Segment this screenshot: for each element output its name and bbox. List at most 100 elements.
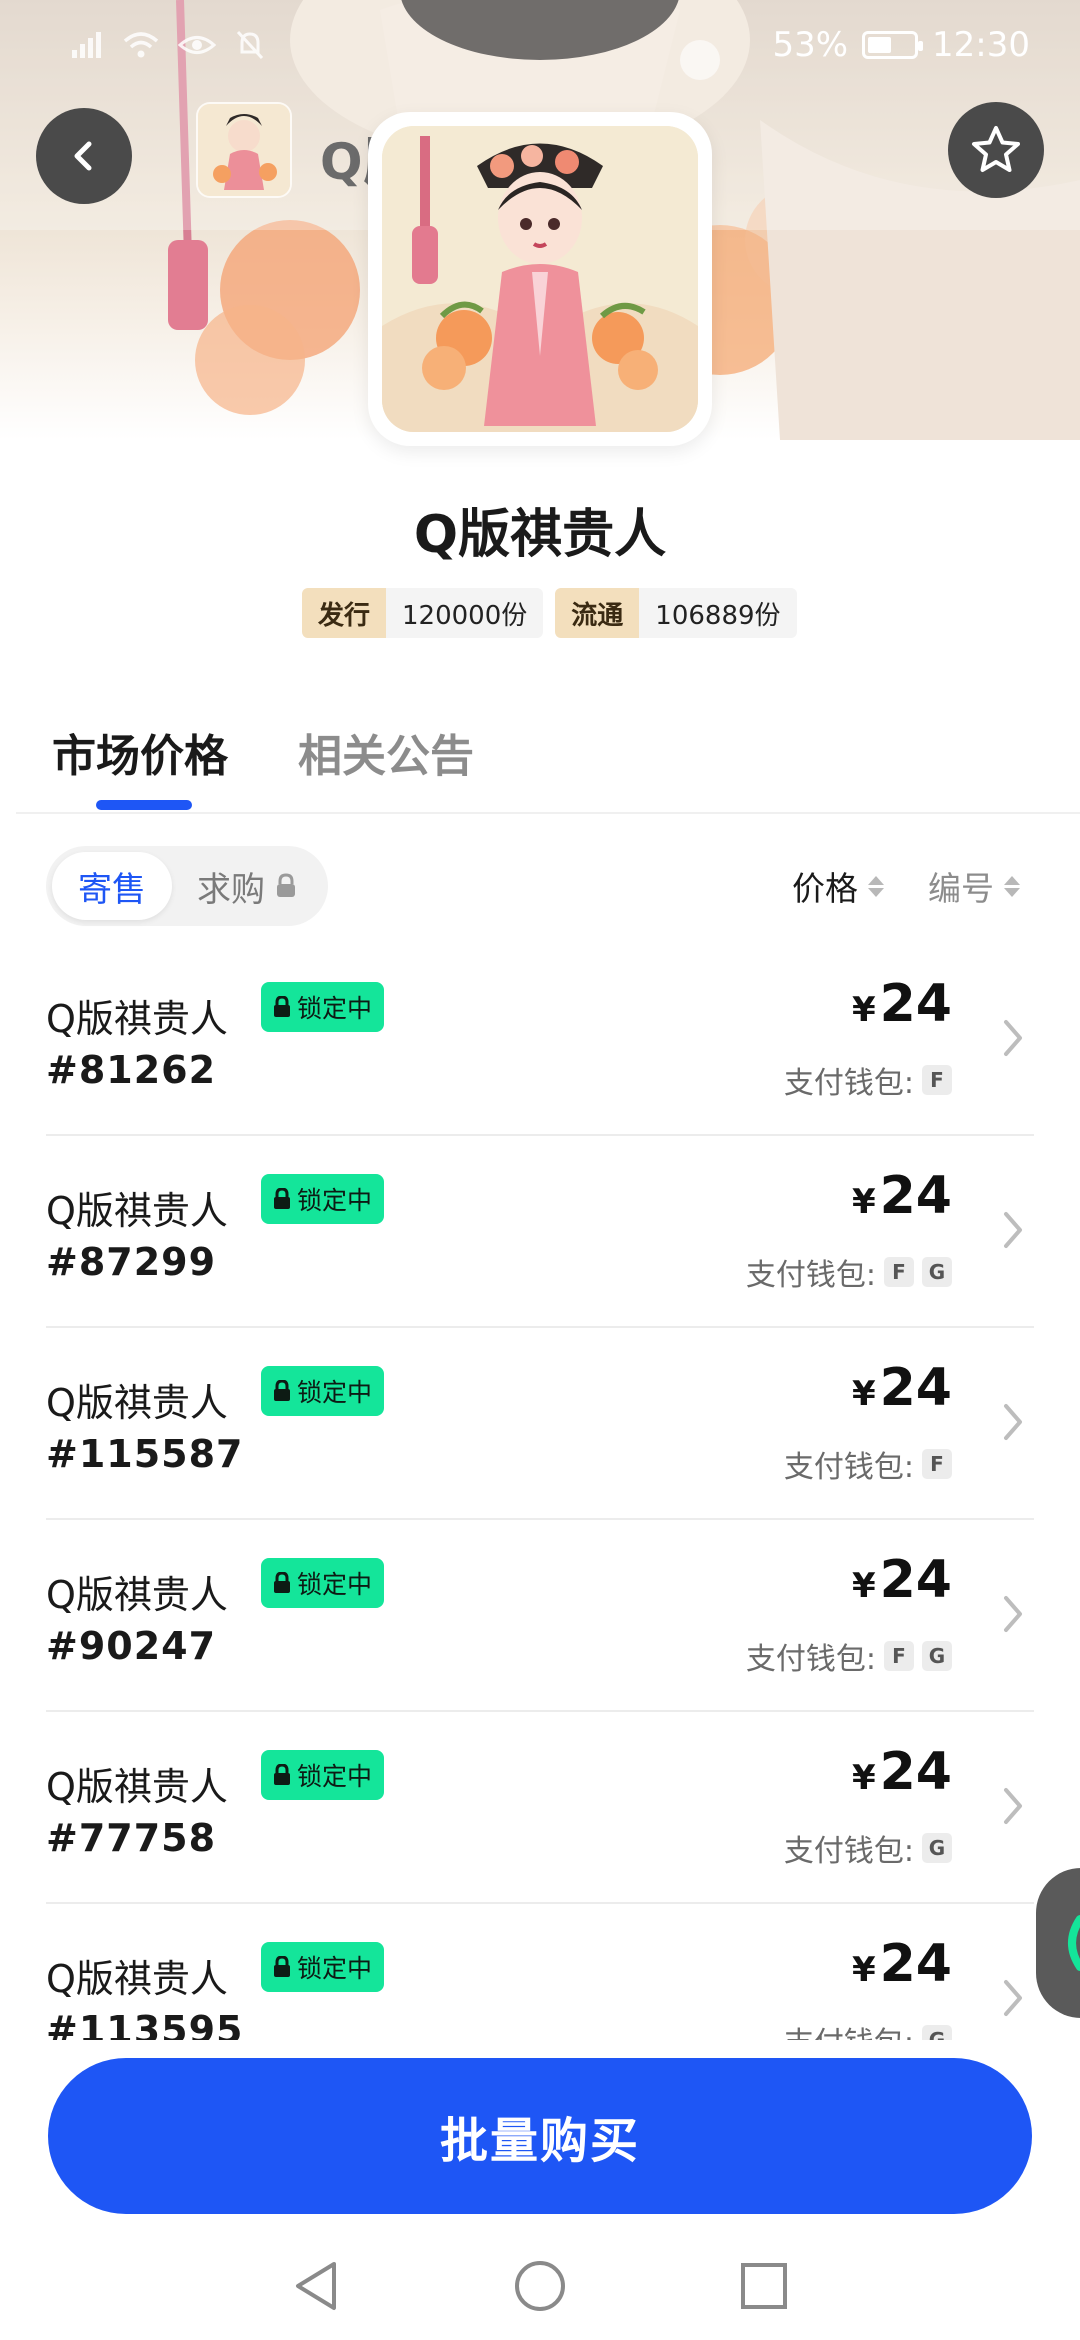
wallet-tag: F <box>884 1257 914 1287</box>
nav-home-icon[interactable] <box>512 2258 568 2314</box>
locked-badge: 锁定中 <box>261 1174 385 1224</box>
currency-symbol: ¥ <box>851 1950 876 1990</box>
sort-icon <box>868 875 884 897</box>
eye-icon <box>178 36 216 54</box>
stat-circulating-label: 流通 <box>555 588 640 638</box>
lock-icon <box>274 1572 290 1593</box>
locked-badge-label: 锁定中 <box>297 1378 373 1407</box>
currency-symbol: ¥ <box>851 990 876 1030</box>
listing-row[interactable]: Q版祺贵人 锁定中 #81262 ¥24 支付钱包: F <box>46 944 1034 1136</box>
listing-serial: #90247 <box>46 1624 217 1668</box>
stat-issued-value: 120000份 <box>386 588 544 638</box>
price-amount: 24 <box>879 1550 952 1610</box>
header-thumbnail-art <box>198 104 290 196</box>
lock-icon <box>274 1380 290 1401</box>
listing-list: Q版祺贵人 锁定中 #81262 ¥24 支付钱包: F Q版祺贵人 锁定中 #… <box>46 944 1034 2040</box>
chevron-right-icon <box>1004 1788 1022 1824</box>
listing-name: Q版祺贵人 <box>46 1381 228 1425</box>
lock-icon <box>274 1188 290 1209</box>
wallet-label: 支付钱包: <box>783 1066 914 1101</box>
system-nav-bar <box>0 2232 1080 2340</box>
listing-name: Q版祺贵人 <box>46 1765 228 1809</box>
sort-number-label: 编号 <box>928 869 994 908</box>
favorite-button[interactable] <box>948 102 1044 198</box>
currency-symbol: ¥ <box>851 1182 876 1222</box>
back-button[interactable] <box>36 108 132 204</box>
listing-serial: #77758 <box>46 1816 217 1860</box>
chevron-right-icon <box>1004 1596 1022 1632</box>
product-image-card <box>368 112 712 446</box>
sort-price-label: 价格 <box>792 869 858 908</box>
locked-badge-label: 锁定中 <box>297 1570 373 1599</box>
sort-by-price[interactable]: 价格 <box>792 862 884 910</box>
stat-circulating: 流通 106889份 <box>555 588 797 638</box>
chevron-right-icon <box>1004 1020 1022 1056</box>
product-stats: 发行 120000份 流通 106889份 <box>302 588 797 638</box>
battery-percent: 53% <box>772 25 849 65</box>
price-amount: 24 <box>879 1934 952 1994</box>
lock-icon <box>277 873 295 897</box>
wallet-tag: G <box>922 2025 952 2040</box>
locked-badge-label: 锁定中 <box>297 994 373 1023</box>
price-amount: 24 <box>879 1166 952 1226</box>
listing-price: ¥24 <box>852 1742 952 1802</box>
header-thumbnail <box>196 102 292 198</box>
listing-price: ¥24 <box>852 1934 952 1994</box>
listing-row[interactable]: Q版祺贵人 锁定中 #113595 ¥24 支付钱包: G <box>46 1904 1034 2040</box>
nav-recents-icon[interactable] <box>738 2260 790 2312</box>
lock-icon <box>274 996 290 1017</box>
wallet-label: 支付钱包: <box>745 1642 876 1677</box>
wallet-label: 支付钱包: <box>745 1258 876 1293</box>
battery-icon <box>862 31 924 59</box>
listing-row[interactable]: Q版祺贵人 锁定中 #90247 ¥24 支付钱包: F G <box>46 1520 1034 1712</box>
locked-badge-label: 锁定中 <box>297 1954 373 1983</box>
bell-off-icon <box>236 30 264 60</box>
currency-symbol: ¥ <box>851 1374 876 1414</box>
listing-name: Q版祺贵人 <box>46 1573 228 1617</box>
sort-options: 价格 编号 <box>792 862 1020 910</box>
clock: 12:30 <box>932 25 1030 65</box>
listing-serial: #115587 <box>46 1432 244 1476</box>
payment-wallets: 支付钱包: F G <box>746 1250 952 1294</box>
sort-icon <box>1004 875 1020 897</box>
status-right: 53% 12:30 <box>772 25 1030 65</box>
lock-icon <box>274 1764 290 1785</box>
wallet-tag: G <box>922 1641 952 1671</box>
wallet-label: 支付钱包: <box>784 2018 914 2040</box>
listing-name: Q版祺贵人 <box>46 1957 228 2001</box>
battery-fill <box>868 37 892 53</box>
segment-consignment[interactable]: 寄售 <box>52 852 172 920</box>
handle-icon <box>1068 1915 1080 1971</box>
floating-assistant-button[interactable] <box>1036 1868 1080 2018</box>
product-name: Q版祺贵人 <box>413 505 667 565</box>
listing-row[interactable]: Q版祺贵人 锁定中 #77758 ¥24 支付钱包: G <box>46 1712 1034 1904</box>
nav-back-icon[interactable] <box>290 2258 342 2314</box>
listing-price: ¥24 <box>852 1166 952 1226</box>
star-icon <box>972 126 1020 172</box>
sort-by-number[interactable]: 编号 <box>928 862 1020 910</box>
listing-row[interactable]: Q版祺贵人 锁定中 #115587 ¥24 支付钱包: F <box>46 1328 1034 1520</box>
back-icon <box>74 141 92 171</box>
currency-symbol: ¥ <box>851 1758 876 1798</box>
payment-wallets: 支付钱包: F G <box>746 1634 952 1678</box>
price-amount: 24 <box>879 974 952 1034</box>
payment-wallets: 支付钱包: F <box>784 1442 952 1486</box>
payment-wallets: 支付钱包: G <box>784 2018 952 2040</box>
stat-issued: 发行 120000份 <box>302 588 544 638</box>
locked-badge: 锁定中 <box>261 982 385 1032</box>
listing-serial: #113595 <box>46 2008 244 2040</box>
payment-wallets: 支付钱包: G <box>784 1826 952 1870</box>
tab-market-price[interactable]: 市场价格 <box>52 720 228 784</box>
bulk-buy-button[interactable]: 批量购买 <box>48 2058 1032 2214</box>
wallet-label: 支付钱包: <box>783 1834 914 1869</box>
locked-badge: 锁定中 <box>261 1750 385 1800</box>
listing-name: Q版祺贵人 <box>46 997 228 1041</box>
chevron-right-icon <box>1004 1212 1022 1248</box>
listing-row[interactable]: Q版祺贵人 锁定中 #87299 ¥24 支付钱包: F G <box>46 1136 1034 1328</box>
locked-badge: 锁定中 <box>261 1558 385 1608</box>
locked-badge: 锁定中 <box>261 1942 385 1992</box>
listing-price: ¥24 <box>852 1358 952 1418</box>
chevron-right-icon <box>1004 1404 1022 1440</box>
segment-wanted[interactable]: 求购 <box>172 852 322 920</box>
tab-announcements[interactable]: 相关公告 <box>298 720 474 784</box>
